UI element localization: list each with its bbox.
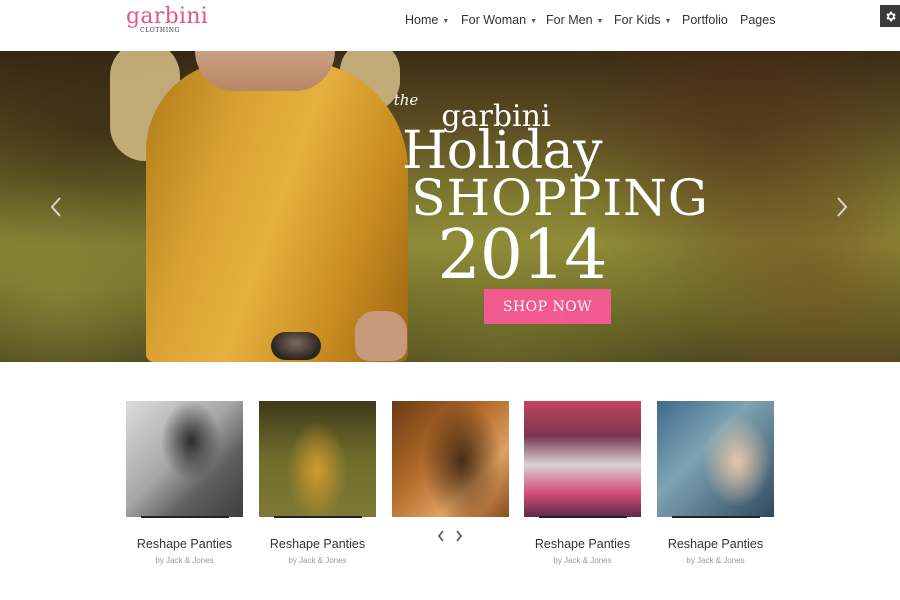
caret-down-icon: ▼: [664, 18, 672, 25]
product-divider: [140, 516, 229, 518]
logo-subtitle: CLOTHING: [140, 27, 180, 34]
product-brand: by Jack & Jones: [155, 556, 214, 565]
product-card[interactable]: Reshape Panties by Jack & Jones: [524, 401, 641, 565]
hero-caption: the garbini Holiday SHOPPING 2014: [0, 51, 900, 362]
slider-next-button[interactable]: [832, 193, 852, 221]
chevron-right-icon: [837, 197, 848, 217]
nav-item-label: For Kids: [614, 13, 661, 27]
carousel-next-button[interactable]: [452, 529, 466, 543]
product-image[interactable]: [392, 401, 509, 517]
product-divider: [671, 516, 760, 518]
chevron-right-icon: [456, 530, 463, 542]
product-divider: [273, 516, 362, 518]
caret-down-icon: ▼: [530, 18, 538, 25]
nav-item-home[interactable]: Home ▼: [405, 12, 449, 31]
shop-now-button[interactable]: SHOP NOW: [484, 289, 611, 324]
hero-line-year: 2014: [437, 216, 607, 295]
nav-item-for-woman[interactable]: For Woman ▼: [461, 12, 537, 31]
nav-item-label: For Woman: [461, 13, 527, 27]
product-title[interactable]: Reshape Panties: [657, 537, 774, 551]
product-image[interactable]: [259, 401, 376, 517]
nav-item-pages[interactable]: Pages: [740, 12, 775, 28]
nav-item-label: For Men: [546, 13, 593, 27]
product-image[interactable]: [126, 401, 243, 517]
site-logo[interactable]: garbini CLOTHING: [126, 4, 209, 35]
product-divider: [538, 516, 627, 518]
product-title[interactable]: Reshape Panties: [259, 537, 376, 551]
carousel-controls: [434, 529, 470, 543]
product-carousel: Reshape Panties by Jack & Jones Reshape …: [0, 400, 900, 570]
chevron-left-icon: [50, 197, 61, 217]
product-brand: by Jack & Jones: [553, 556, 612, 565]
nav-item-label: Pages: [740, 13, 776, 27]
product-card[interactable]: [392, 401, 509, 535]
settings-button[interactable]: [880, 5, 900, 27]
site-header: garbini CLOTHING Home ▼ For Woman ▼ For Me…: [0, 0, 900, 50]
product-card[interactable]: Reshape Panties by Jack & Jones: [126, 401, 243, 565]
product-title[interactable]: Reshape Panties: [524, 537, 641, 551]
nav-item-label: Home: [405, 13, 439, 27]
nav-item-portfolio[interactable]: Portfolio: [682, 12, 728, 28]
chevron-left-icon: [437, 530, 444, 542]
hero-slider: the garbini Holiday SHOPPING 2014 SHOP N…: [0, 51, 900, 362]
product-title[interactable]: Reshape Panties: [126, 537, 243, 551]
nav-item-label: Portfolio: [682, 13, 728, 27]
nav-item-for-kids[interactable]: For Kids ▼: [614, 12, 671, 31]
caret-down-icon: ▼: [442, 18, 450, 25]
slider-prev-button[interactable]: [46, 193, 66, 221]
product-image[interactable]: [657, 401, 774, 517]
gear-icon: [885, 11, 896, 21]
caret-down-icon: ▼: [596, 18, 604, 25]
product-brand: by Jack & Jones: [288, 556, 347, 565]
carousel-prev-button[interactable]: [434, 529, 448, 543]
logo-name: garbini: [126, 4, 209, 29]
nav-item-for-men[interactable]: For Men ▼: [546, 12, 603, 31]
product-brand: by Jack & Jones: [686, 556, 745, 565]
product-card[interactable]: Reshape Panties by Jack & Jones: [259, 401, 376, 565]
product-image[interactable]: [524, 401, 641, 517]
product-card[interactable]: Reshape Panties by Jack & Jones: [657, 401, 774, 565]
